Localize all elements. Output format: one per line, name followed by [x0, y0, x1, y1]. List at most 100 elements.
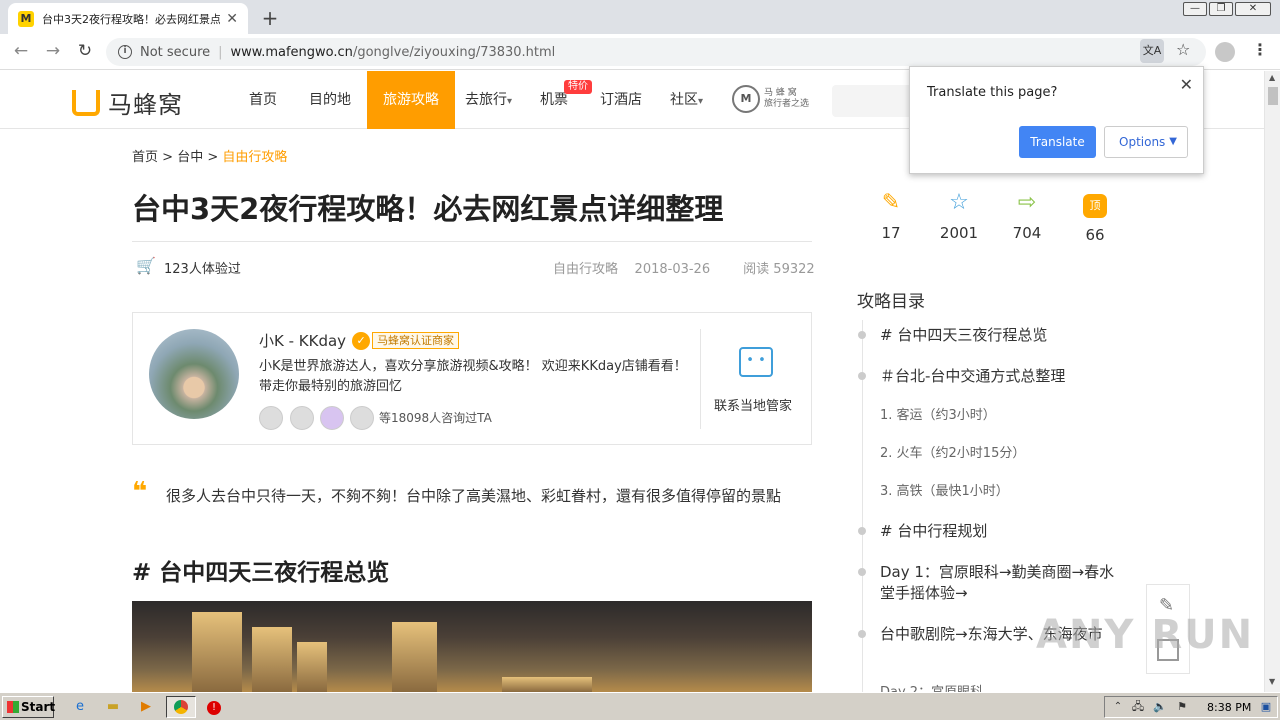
- stat-favorite-count: 2001: [939, 224, 979, 242]
- media-player-icon[interactable]: ▶: [136, 697, 156, 717]
- not-secure-label: Not secure: [140, 44, 211, 60]
- toc-item[interactable]: 3. 高铁（最快1小时）: [880, 481, 1009, 502]
- bookmark-star-icon[interactable]: ☆: [1176, 40, 1190, 59]
- flag-icon[interactable]: ⚑: [1172, 697, 1192, 717]
- nav-travel[interactable]: 去旅行▾: [465, 71, 512, 129]
- chevron-down-icon: ▾: [507, 96, 513, 107]
- options-button[interactable]: Options ▼: [1104, 126, 1188, 158]
- toc-item[interactable]: 2. 火车（约2小时15分）: [880, 443, 1025, 464]
- stat-top[interactable]: 顶 66: [1065, 190, 1125, 244]
- maximize-button[interactable]: ❐: [1209, 2, 1233, 16]
- nav-flights[interactable]: 机票: [540, 71, 568, 129]
- chrome-taskbar-button[interactable]: [166, 696, 196, 718]
- breadcrumb-current[interactable]: 自由行攻略: [222, 150, 287, 165]
- scroll-thumb[interactable]: [1268, 87, 1278, 105]
- star-icon: ☆: [949, 190, 969, 215]
- photo-building: [192, 612, 242, 692]
- chrome-icon: [174, 700, 188, 714]
- article-category[interactable]: 自由行攻略: [553, 262, 618, 277]
- article-date: 2018-03-26: [634, 262, 711, 277]
- scroll-up-icon[interactable]: ▲: [1269, 73, 1275, 82]
- article-photo: [132, 601, 812, 692]
- minimize-button[interactable]: —: [1183, 2, 1207, 16]
- toc-dot: [858, 372, 866, 380]
- top-icon: 顶: [1065, 190, 1125, 218]
- taskbar: Start e ▬ ▶ ! ⌃ 🖧 🔈 ⚑ 8:38 PM ▣: [0, 692, 1280, 720]
- network-icon[interactable]: 🖧: [1128, 697, 1148, 717]
- quote-icon: ❝: [132, 477, 148, 507]
- close-icon[interactable]: ✕: [1180, 75, 1193, 94]
- article-meta: 自由行攻略 2018-03-26 阅读 59322: [553, 258, 815, 277]
- consult-count: 等18098人咨询过TA: [379, 411, 492, 425]
- start-button[interactable]: Start: [2, 696, 56, 718]
- browser-toolbar: ← → ↻ i Not secure | www.mafengwo.cn /go…: [0, 34, 1280, 70]
- nav-home[interactable]: 首页: [249, 71, 277, 129]
- toc-item[interactable]: # 台中四天三夜行程总览: [880, 325, 1047, 346]
- breadcrumb-home[interactable]: 首页: [132, 150, 158, 165]
- site-logo[interactable]: 马蜂窝: [72, 85, 183, 120]
- account-avatar-icon[interactable]: [1215, 42, 1235, 62]
- close-window-button[interactable]: ✕: [1235, 2, 1271, 16]
- folder-icon[interactable]: ▬: [103, 697, 123, 717]
- toc-dot: [858, 630, 866, 638]
- translate-question: Translate this page?: [927, 85, 1058, 100]
- verified-count: 123人体验过: [164, 262, 241, 277]
- contact-local-button[interactable]: 联系当地管家: [714, 395, 792, 414]
- show-desktop-icon[interactable]: ▣: [1256, 697, 1276, 717]
- browser-tab[interactable]: M 台中3天2夜行程攻略！必去网红景点 ✕: [8, 3, 248, 34]
- chat-icon[interactable]: • •: [739, 347, 773, 377]
- tab-close-icon[interactable]: ✕: [226, 11, 238, 27]
- address-separator: |: [218, 44, 223, 60]
- slogan-badge-icon: M: [732, 85, 760, 113]
- address-bar[interactable]: i Not secure | www.mafengwo.cn /gonglve/…: [106, 38, 1206, 66]
- toc-dot: [858, 527, 866, 535]
- slogan-text: 马 蜂 窝旅行者之选: [764, 88, 809, 110]
- logo-text: 马蜂窝: [108, 91, 183, 119]
- stat-top-count: 66: [1085, 226, 1105, 244]
- stat-favorite[interactable]: ☆ 2001: [929, 190, 989, 242]
- toc-item[interactable]: 1. 客运（约3小时）: [880, 405, 996, 426]
- toc-item[interactable]: # 台中行程规划: [880, 521, 987, 542]
- nav-hotels[interactable]: 订酒店: [600, 71, 642, 129]
- clock: 8:38 PM: [1207, 701, 1252, 714]
- forward-button[interactable]: →: [42, 41, 64, 61]
- toc-item[interactable]: Day 1：宫原眼科→勤美商圈→春水堂手摇体验→: [880, 562, 1120, 604]
- translate-popup: Translate this page? ✕ Translate Options…: [909, 66, 1204, 174]
- stat-edit[interactable]: ✎ 17: [861, 190, 921, 242]
- card-divider: [700, 329, 701, 429]
- toc-dot: [858, 331, 866, 339]
- consultant-avatar: [320, 406, 344, 430]
- info-icon[interactable]: i: [118, 45, 132, 59]
- ie-icon[interactable]: e: [70, 697, 90, 717]
- new-tab-button[interactable]: +: [259, 6, 281, 30]
- nav-destination[interactable]: 目的地: [309, 71, 351, 129]
- url-path: /gonglve/ziyouxing/73830.html: [352, 44, 556, 60]
- toc-item[interactable]: ＃台北-台中交通方式总整理: [880, 366, 1065, 387]
- breadcrumb-separator: >: [162, 150, 174, 165]
- photo-building: [392, 622, 437, 692]
- vertical-scrollbar[interactable]: ▲ ▼: [1264, 71, 1280, 692]
- start-label: Start: [21, 700, 56, 714]
- consultant-avatar: [290, 406, 314, 430]
- stat-share[interactable]: ⇨ 704: [997, 190, 1057, 242]
- consultant-avatar: [259, 406, 283, 430]
- author-name-row: 小K - KKday ✓ 马蜂窝认证商家: [259, 330, 460, 351]
- translate-icon[interactable]: 文A: [1140, 39, 1164, 63]
- breadcrumb-taichung[interactable]: 台中: [177, 150, 203, 165]
- toc-item[interactable]: Day 2：宫原眼科: [880, 682, 983, 692]
- avatar[interactable]: [149, 329, 239, 419]
- chevron-down-icon: ▾: [698, 96, 704, 107]
- nav-guides[interactable]: 旅游攻略: [367, 71, 455, 129]
- translate-button[interactable]: Translate: [1019, 126, 1096, 158]
- volume-icon[interactable]: 🔈: [1150, 697, 1170, 717]
- toc-heading: 攻略目录: [857, 292, 925, 312]
- reload-button[interactable]: ↻: [74, 41, 96, 61]
- nav-community[interactable]: 社区▾: [670, 71, 703, 129]
- cart-icon: 🛒: [136, 256, 156, 275]
- tray-expand-icon[interactable]: ⌃: [1108, 697, 1128, 717]
- author-name[interactable]: 小K - KKday: [259, 330, 346, 351]
- scroll-down-icon[interactable]: ▼: [1269, 677, 1275, 686]
- browser-menu-icon[interactable]: ⋮: [1252, 40, 1268, 59]
- stop-icon[interactable]: !: [204, 697, 224, 717]
- back-button[interactable]: ←: [10, 41, 32, 61]
